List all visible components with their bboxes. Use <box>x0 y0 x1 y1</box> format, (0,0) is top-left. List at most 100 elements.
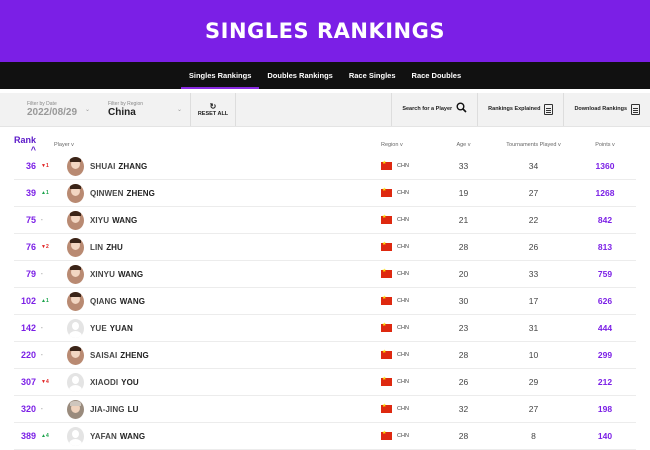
player-cell[interactable]: LIN ZHU <box>54 237 381 257</box>
tab-singles-rankings[interactable]: Singles Rankings <box>180 62 260 89</box>
rank-value: 389 <box>20 431 36 441</box>
china-flag-icon <box>381 160 392 170</box>
player-name[interactable]: XIAODI YOU <box>90 378 139 387</box>
points-value: 842 <box>597 215 613 225</box>
table-row[interactable]: 220- SAISAIZHENG CHN 28 10 299 <box>14 342 636 369</box>
rankings-explained-button[interactable]: Rankings Explained <box>477 93 563 126</box>
date-filter[interactable]: Filter by Date 2022/08/29 ⌄ <box>0 93 98 126</box>
region-column-header[interactable]: Region v <box>381 142 436 148</box>
player-name[interactable]: QIANG WANG <box>90 297 145 306</box>
region-cell: CHN <box>381 349 436 359</box>
china-flag-icon <box>381 430 392 440</box>
region-cell: CHN <box>381 376 436 386</box>
player-cell[interactable]: YUE YUAN <box>54 318 381 338</box>
region-cell: CHN <box>381 403 436 413</box>
document-icon <box>544 104 554 115</box>
region-filter[interactable]: Filter by Region China ⌄ <box>98 93 190 126</box>
player-first-name: XIYU <box>90 215 110 225</box>
player-first-name: QIANG <box>90 296 117 306</box>
player-name[interactable]: YAFAN WANG <box>90 432 145 441</box>
region-code: CHN <box>397 298 409 304</box>
region-cell: CHN <box>381 187 436 197</box>
rank-value: 102 <box>20 296 36 306</box>
player-last-name: WANG <box>119 296 146 306</box>
player-cell[interactable]: YAFAN WANG <box>54 426 381 446</box>
table-row[interactable]: 307 ▼4 XIAODIYOU CHN 26 29 212 <box>14 369 636 396</box>
player-avatar <box>67 426 84 446</box>
region-cell: CHN <box>381 268 436 278</box>
points-column-header[interactable]: Points v <box>576 142 634 148</box>
age-value: 32 <box>458 404 469 414</box>
table-row[interactable]: 39 ▲1 QINWENZHENG CHN 19 27 1268 <box>14 180 636 207</box>
region-code: CHN <box>397 379 409 385</box>
player-last-name: WANG <box>112 215 138 225</box>
rank-movement: - <box>41 217 43 223</box>
tab-race-doubles[interactable]: Race Doubles <box>404 62 470 89</box>
rank-movement: ▲4 <box>41 433 49 439</box>
table-row[interactable]: 36 ▼1 SHUAIZHANG CHN 33 34 1360 <box>14 153 636 180</box>
player-name[interactable]: LIN ZHU <box>90 243 123 252</box>
region-code: CHN <box>397 190 409 196</box>
player-first-name: LIN <box>90 242 104 252</box>
rank-value: 75 <box>25 215 36 225</box>
player-name[interactable]: JIA-JING LU <box>90 405 138 414</box>
player-last-name: ZHANG <box>118 161 148 171</box>
region-cell: CHN <box>381 295 436 305</box>
player-name[interactable]: SAISAI ZHENG <box>90 351 149 360</box>
reset-all-button[interactable]: ↻ RESET ALL <box>190 93 236 126</box>
player-first-name: YUE <box>90 323 107 333</box>
page-header: SINGLES RANKINGS <box>0 0 650 62</box>
tournaments-column-header[interactable]: Tournaments Played v <box>491 142 576 148</box>
player-cell[interactable]: QINWEN ZHENG <box>54 183 381 203</box>
player-avatar <box>67 183 84 203</box>
table-row[interactable]: 79- XINYUWANG CHN 20 33 759 <box>14 261 636 288</box>
player-cell[interactable]: SHUAI ZHANG <box>54 156 381 176</box>
search-icon <box>456 102 467 116</box>
rank-column-header[interactable]: Rank ^ <box>14 135 36 155</box>
tournaments-value: 27 <box>528 188 539 198</box>
tournaments-value: 8 <box>531 431 536 441</box>
table-row[interactable]: 389 ▲4 YAFANWANG CHN 28 8 140 <box>14 423 636 450</box>
pdf-icon <box>631 104 640 115</box>
table-row[interactable]: 76 ▼2 LINZHU CHN 28 26 813 <box>14 234 636 261</box>
player-cell[interactable]: XIYU WANG <box>54 210 381 230</box>
download-rankings-button[interactable]: Download Rankings <box>563 93 650 126</box>
table-row[interactable]: 142- YUEYUAN CHN 23 31 444 <box>14 315 636 342</box>
player-column-header[interactable]: Player v <box>54 142 381 148</box>
age-value: 30 <box>458 296 469 306</box>
table-row[interactable]: 320- JIA-JINGLU CHN 32 27 198 <box>14 396 636 423</box>
player-first-name: XINYU <box>90 269 115 279</box>
player-cell[interactable]: JIA-JING LU <box>54 399 381 419</box>
player-name[interactable]: XINYU WANG <box>90 270 143 279</box>
table-row[interactable]: 102 ▲1 QIANGWANG CHN 30 17 626 <box>14 288 636 315</box>
player-cell[interactable]: XINYU WANG <box>54 264 381 284</box>
age-value: 23 <box>458 323 469 333</box>
player-last-name: LU <box>127 404 139 414</box>
player-cell[interactable]: SAISAI ZHENG <box>54 345 381 365</box>
player-last-name: ZHENG <box>120 350 149 360</box>
points-value: 626 <box>597 296 613 306</box>
age-value: 33 <box>458 161 469 171</box>
refresh-icon: ↻ <box>209 101 217 111</box>
points-value: 1360 <box>595 161 615 171</box>
search-player-button[interactable]: Search for a Player <box>391 93 477 126</box>
rank-movement: - <box>41 271 43 277</box>
player-cell[interactable]: XIAODI YOU <box>54 372 381 392</box>
tab-doubles-rankings[interactable]: Doubles Rankings <box>259 62 340 89</box>
player-name[interactable]: QINWEN ZHENG <box>90 189 155 198</box>
player-name[interactable]: SHUAI ZHANG <box>90 162 147 171</box>
player-first-name: YAFAN <box>90 431 117 441</box>
rank-value: 79 <box>25 269 36 279</box>
player-cell[interactable]: QIANG WANG <box>54 291 381 311</box>
table-row[interactable]: 75- XIYUWANG CHN 21 22 842 <box>14 207 636 234</box>
points-value: 140 <box>597 431 613 441</box>
player-avatar <box>67 291 84 311</box>
rank-value: 320 <box>20 404 36 414</box>
age-value: 19 <box>458 188 469 198</box>
age-value: 21 <box>458 215 469 225</box>
tab-race-singles[interactable]: Race Singles <box>341 62 404 89</box>
player-name[interactable]: XIYU WANG <box>90 216 137 225</box>
filter-bar: Filter by Date 2022/08/29 ⌄ Filter by Re… <box>0 93 650 127</box>
age-column-header[interactable]: Age v <box>436 142 491 148</box>
player-name[interactable]: YUE YUAN <box>90 324 133 333</box>
